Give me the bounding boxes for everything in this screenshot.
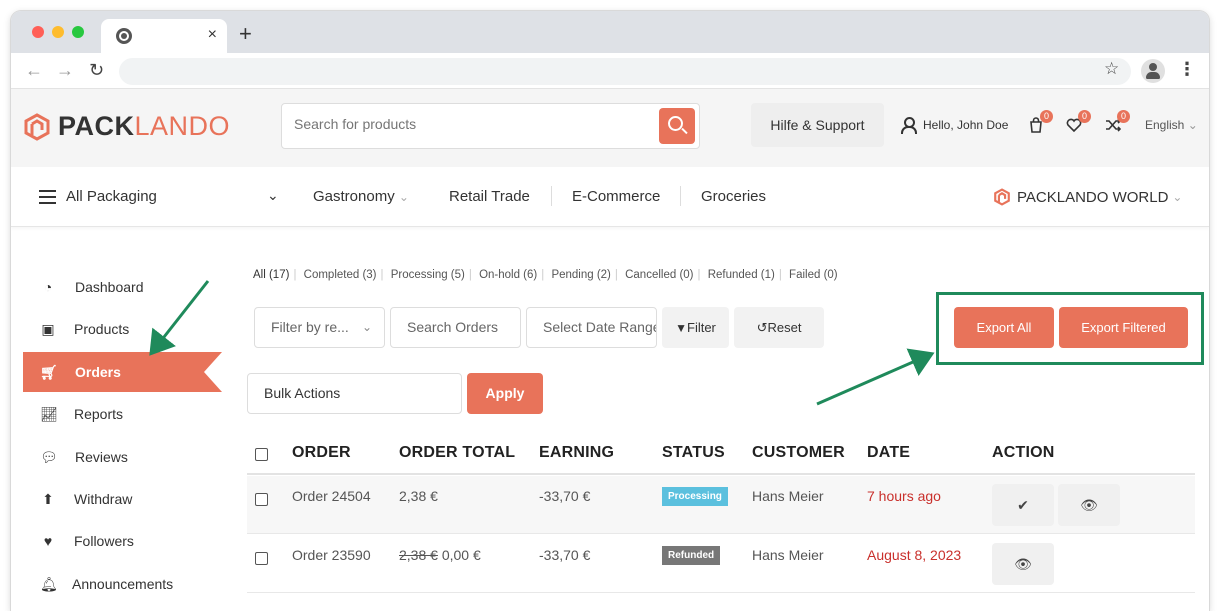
annotation-arrow-orders [149,280,210,356]
annotation-arrows [149,280,935,406]
annotation-arrow-export [816,348,935,406]
browser-window: × + ← → ↻ ☆ ⋮ PACKLANDO Search for produ… [11,11,1209,611]
